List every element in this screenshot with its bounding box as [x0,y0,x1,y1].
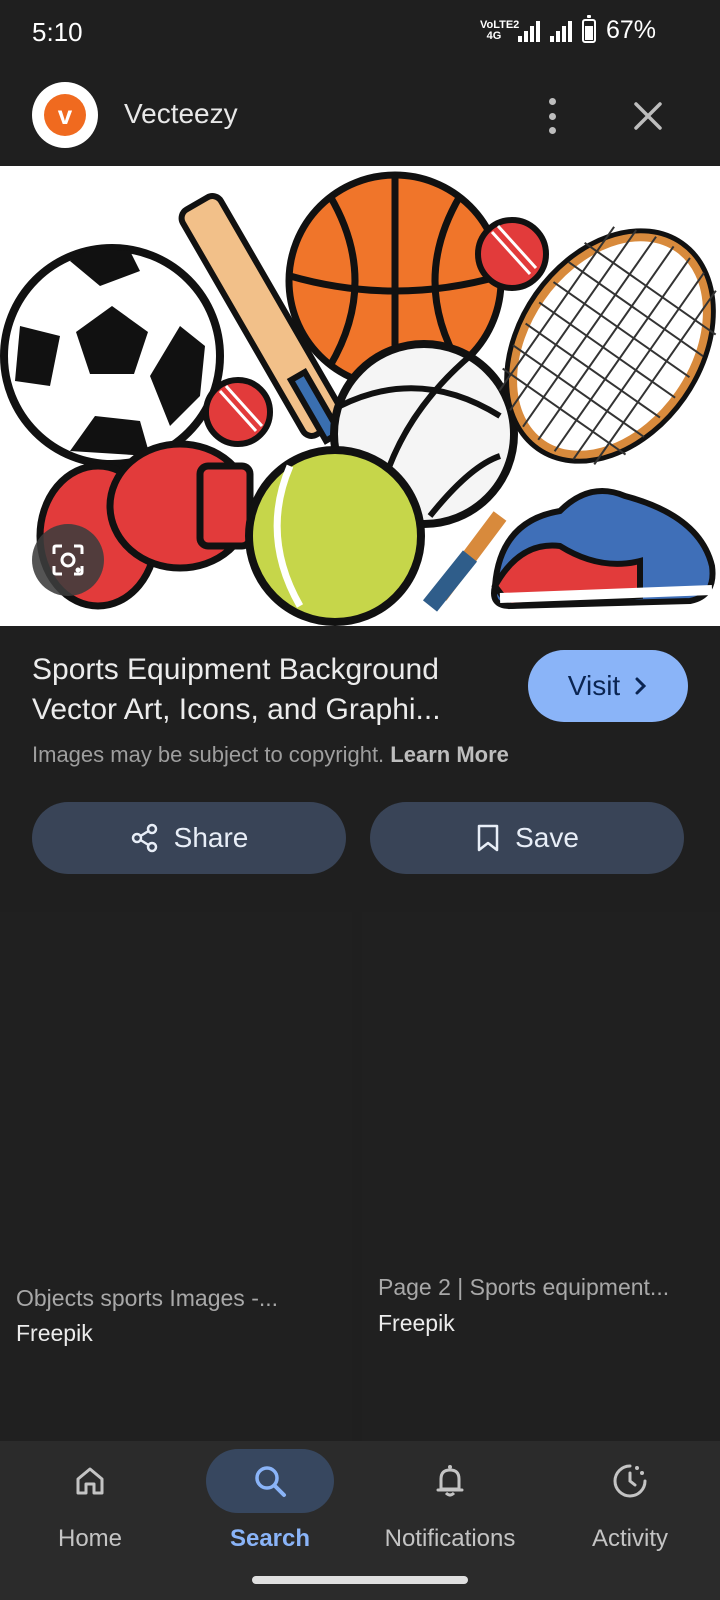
visit-label: Visit [567,670,621,701]
sports-equipment-illustration [0,171,717,626]
nav-activity[interactable]: Activity [540,1441,720,1571]
related-result-card[interactable]: Objects sports Images -... Freepik [0,912,352,1442]
gesture-home-indicator[interactable] [252,1576,468,1584]
result-title-line-1: Sports Equipment Background [32,653,439,686]
bell-icon [436,1465,464,1497]
share-label: Share [173,822,249,853]
visit-button[interactable]: Visit [528,650,688,722]
close-icon[interactable] [628,96,668,136]
more-vert-icon[interactable] [532,94,572,138]
nav-notifications-pill [386,1449,514,1513]
share-button[interactable]: Share [32,802,346,874]
site-logo[interactable]: v [32,82,98,148]
home-icon [76,1467,104,1495]
nav-activity-label: Activity [591,1525,668,1552]
status-time: 5:10 [32,17,83,47]
related-result-title: Page 2 | Sports equipment... [378,1274,670,1300]
signal-icon-2 [549,20,572,42]
nav-search-pill [206,1449,334,1513]
battery-icon [581,14,596,43]
related-result-source: Freepik [16,1320,93,1346]
share-icon [131,823,157,853]
related-result-card[interactable]: Page 2 | Sports equipment... Freepik [362,912,720,1442]
nav-home-pill [26,1449,154,1513]
activity-icon [613,1464,647,1498]
network-type-icon: VoLTE2 4G [479,18,520,42]
status-bar: 5:10 VoLTE2 4G 67% [0,0,720,66]
search-icon [255,1466,286,1497]
chevron-right-icon [635,677,647,695]
nav-search-label: Search [229,1525,311,1552]
nav-home[interactable]: Home [0,1441,180,1571]
vecteezy-logo-icon: v [44,94,86,136]
result-title[interactable]: Sports Equipment Background Vector Art, … [32,650,502,730]
learn-more-link[interactable]: Learn More [390,742,509,767]
copyright-notice: Images may be subject to copyright. Lear… [32,742,509,768]
app-bar: v Vecteezy [0,66,720,166]
bookmark-icon [477,824,499,852]
status-icons: VoLTE2 4G 67% [479,14,656,45]
related-result-title: Objects sports Images -... [16,1285,279,1311]
nav-notifications[interactable]: Notifications [360,1441,540,1571]
signal-icon [517,20,540,42]
site-name: Vecteezy [124,98,238,129]
save-label: Save [515,822,579,853]
lens-icon [52,544,84,576]
nav-search[interactable]: Search [180,1441,360,1571]
copyright-text: Images may be subject to copyright. [32,742,385,767]
lens-button[interactable] [32,524,104,596]
result-title-line-2: Vector Art, Icons, and Graphi... [32,693,441,726]
nav-notifications-label: Notifications [384,1525,516,1552]
related-result-source: Freepik [378,1310,455,1336]
nav-home-label: Home [57,1525,123,1552]
preview-image[interactable] [0,166,720,626]
nav-activity-pill [566,1449,694,1513]
save-button[interactable]: Save [370,802,684,874]
battery-percent: 67% [605,16,656,44]
